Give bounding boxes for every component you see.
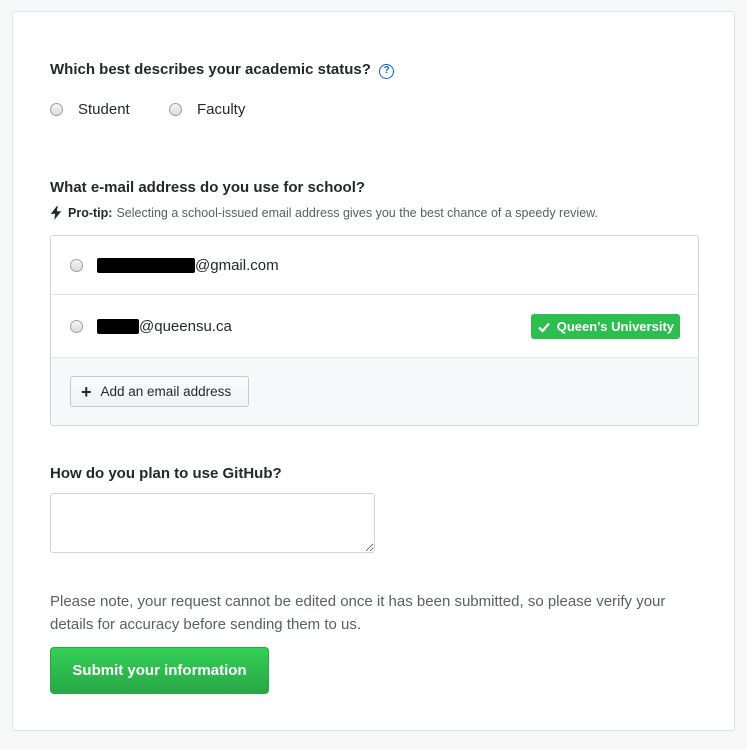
- pro-tip-label: Pro-tip:: [68, 206, 113, 220]
- usage-textarea[interactable]: [50, 493, 375, 553]
- student-radio[interactable]: [50, 103, 63, 116]
- application-form-card: Which best describes your academic statu…: [12, 11, 735, 731]
- status-option-faculty[interactable]: Faculty: [169, 101, 245, 118]
- faculty-radio[interactable]: [169, 103, 182, 116]
- plus-icon: +: [81, 381, 92, 402]
- email-domain-gmail: @gmail.com: [195, 256, 279, 274]
- submission-note: Please note, your request cannot be edit…: [50, 593, 666, 633]
- submit-button[interactable]: Submit your information: [50, 647, 269, 694]
- pro-tip: Pro-tip: Selecting a school-issued email…: [50, 206, 598, 220]
- email-option-gmail[interactable]: @gmail.com: [51, 236, 698, 295]
- email-radio-queensu[interactable]: [70, 319, 83, 333]
- redacted-username: [97, 318, 139, 334]
- academic-status-question: Which best describes your academic statu…: [50, 61, 395, 79]
- faculty-label: Faculty: [197, 101, 246, 118]
- checkmark-icon: [537, 322, 550, 333]
- academic-status-label: Which best describes your academic statu…: [50, 61, 371, 78]
- usage-question: How do you plan to use GitHub?: [50, 465, 282, 482]
- email-domain-queensu: @queensu.ca: [139, 317, 232, 335]
- pro-tip-text: Selecting a school-issued email address …: [116, 206, 598, 220]
- school-badge-label: Queen's University: [556, 319, 674, 334]
- add-email-area: + Add an email address: [51, 358, 698, 425]
- school-verified-badge: Queen's University: [530, 314, 680, 339]
- student-label: Student: [78, 101, 130, 118]
- lightning-bolt-icon: [50, 206, 62, 220]
- status-option-student[interactable]: Student: [50, 101, 130, 118]
- school-email-question: What e-mail address do you use for schoo…: [50, 179, 366, 196]
- email-option-queensu[interactable]: @queensu.ca Queen's University: [51, 295, 698, 358]
- question-circle-icon[interactable]: ?: [379, 64, 395, 79]
- email-radio-gmail[interactable]: [70, 258, 83, 272]
- add-email-label: Add an email address: [100, 384, 232, 399]
- add-email-button[interactable]: + Add an email address: [70, 376, 249, 407]
- redacted-username: [97, 257, 195, 273]
- email-list: @gmail.com @queensu.ca Queen's Universit…: [50, 235, 699, 426]
